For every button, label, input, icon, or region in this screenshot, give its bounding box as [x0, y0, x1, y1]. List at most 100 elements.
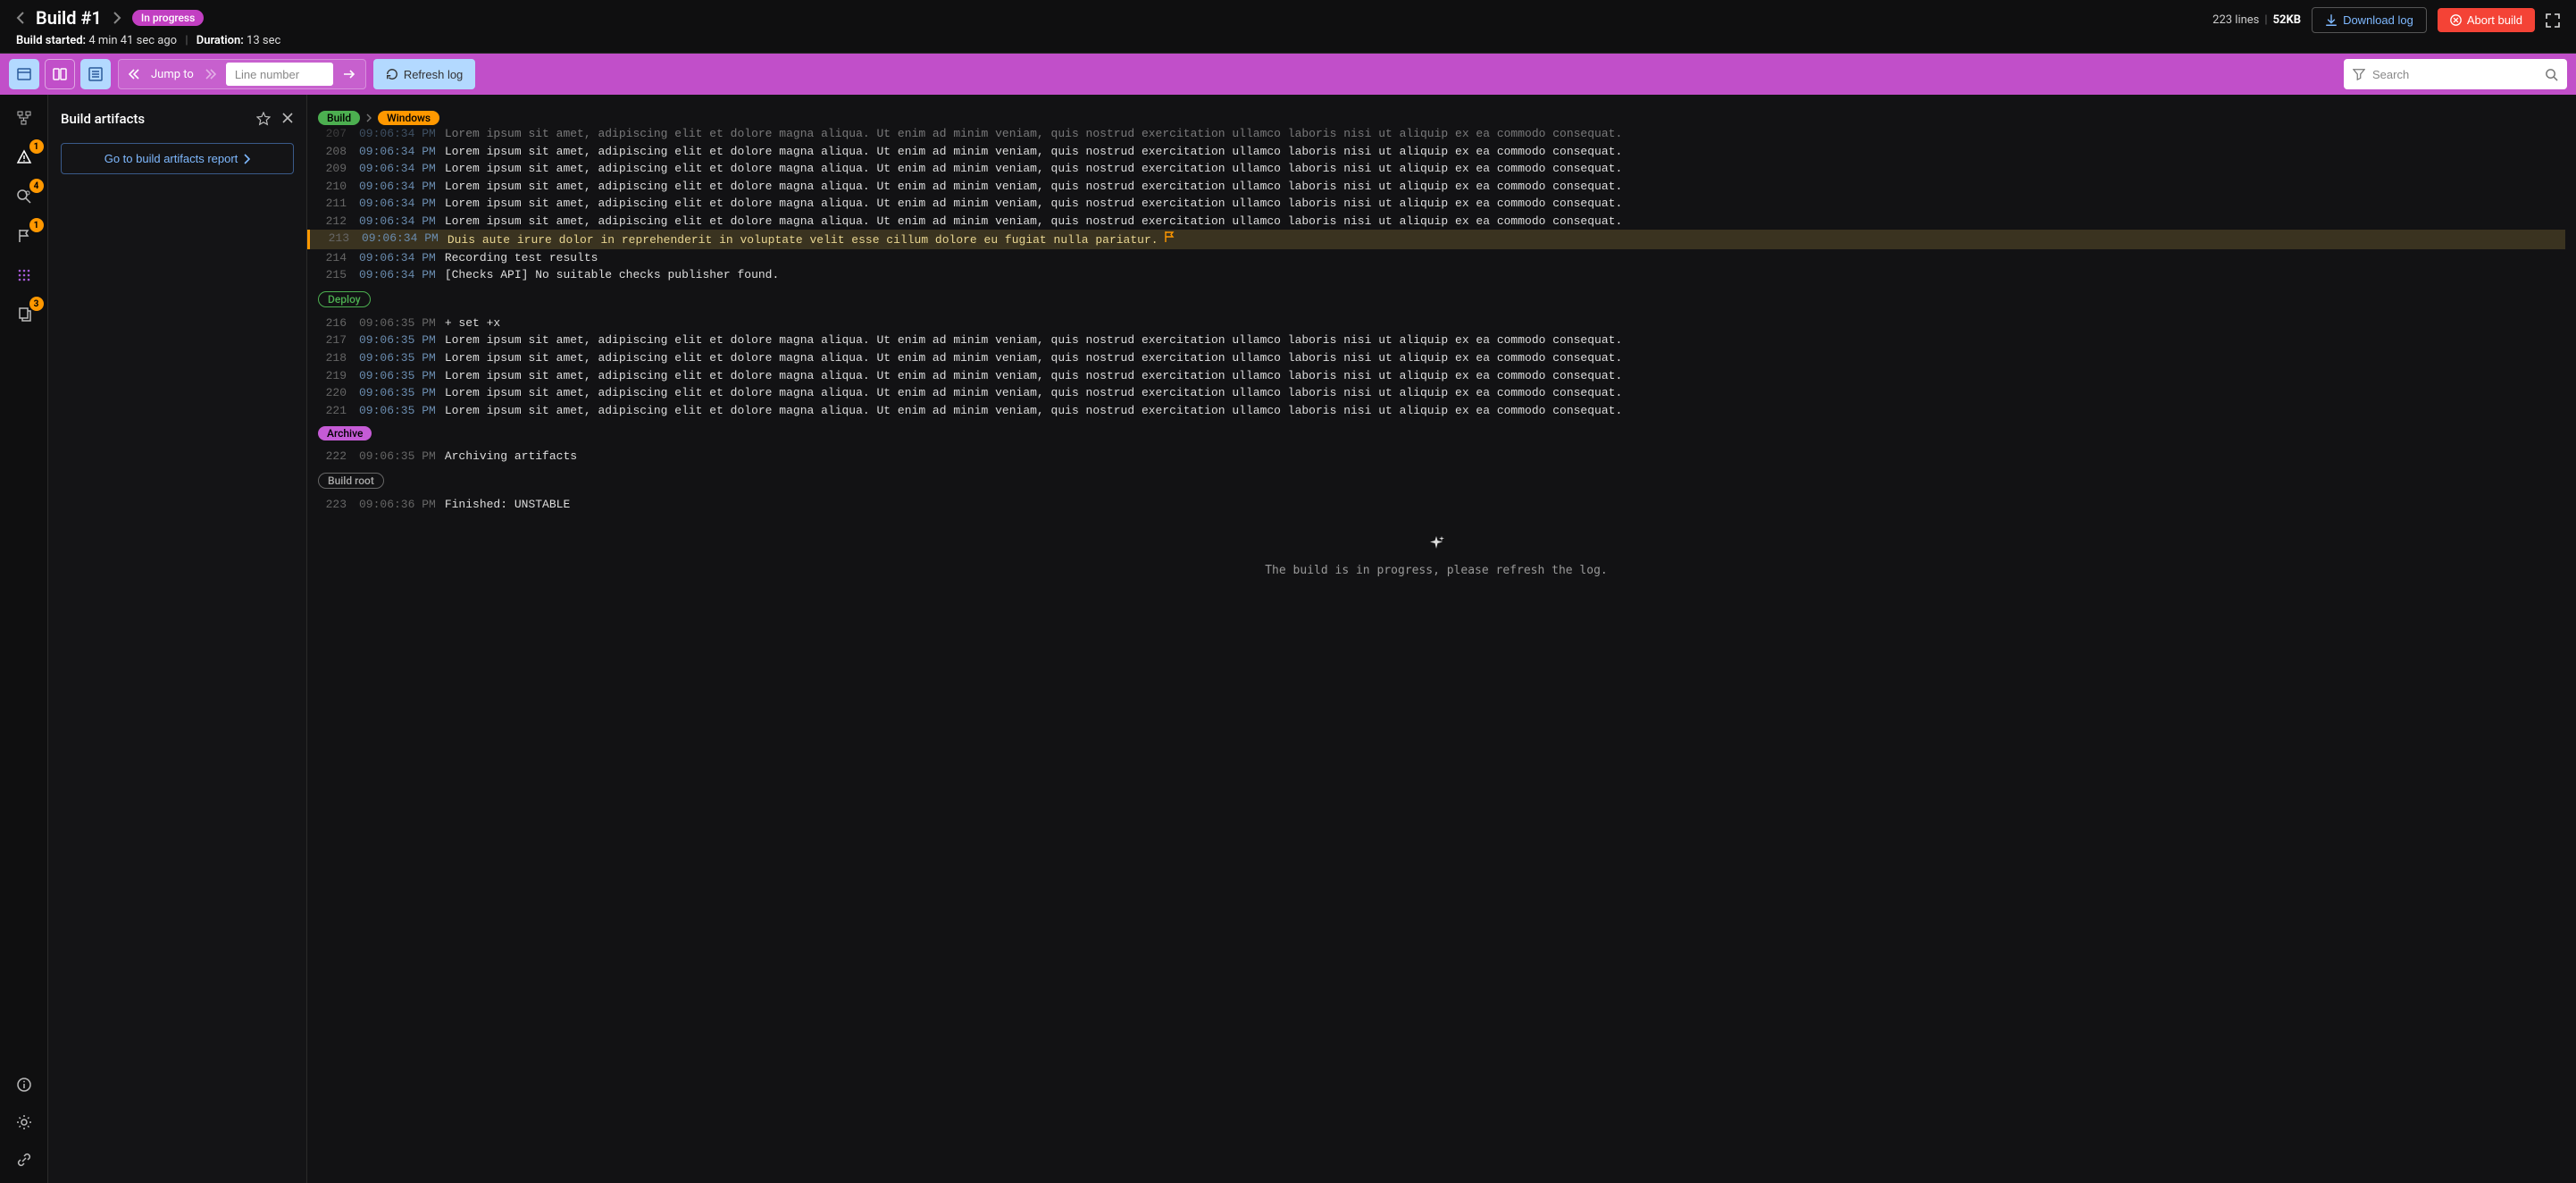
- download-log-button[interactable]: Download log: [2312, 7, 2427, 33]
- rail-grid-icon[interactable]: [13, 264, 35, 286]
- log-line[interactable]: 21409:06:34 PMRecording test results: [307, 249, 2565, 267]
- flag-icon[interactable]: [1164, 233, 1175, 247]
- line-timestamp[interactable]: 09:06:34 PM: [362, 231, 439, 247]
- log-line[interactable]: 22109:06:35 PMLorem ipsum sit amet, adip…: [307, 402, 2565, 420]
- next-build-arrow[interactable]: [113, 12, 121, 24]
- log-line[interactable]: 21709:06:35 PMLorem ipsum sit amet, adip…: [307, 331, 2565, 349]
- jump-label: Jump to: [151, 68, 194, 81]
- line-timestamp: 09:06:35 PM: [359, 315, 436, 331]
- rail-search-results-icon[interactable]: 4: [13, 186, 35, 207]
- view-mode-1-button[interactable]: [9, 59, 39, 89]
- log-line[interactable]: 21909:06:35 PMLorem ipsum sit amet, adip…: [307, 367, 2565, 385]
- topbar: Build #1 In progress Build started: 4 mi…: [0, 0, 2576, 54]
- close-icon[interactable]: [281, 112, 294, 126]
- line-number: 210: [313, 179, 350, 195]
- log-line[interactable]: 22209:06:35 PMArchiving artifacts: [307, 448, 2565, 466]
- star-icon[interactable]: [256, 112, 271, 126]
- prev-build-arrow[interactable]: [16, 12, 25, 24]
- log-line[interactable]: 21309:06:34 PMDuis aute irure dolor in r…: [307, 230, 2565, 249]
- section-pill[interactable]: Deploy: [318, 291, 371, 307]
- line-timestamp[interactable]: 09:06:34 PM: [359, 196, 436, 212]
- line-text: Lorem ipsum sit amet, adipiscing elit et…: [445, 368, 2565, 384]
- line-timestamp[interactable]: 09:06:35 PM: [359, 403, 436, 419]
- log-line[interactable]: 21209:06:34 PMLorem ipsum sit amet, adip…: [307, 213, 2565, 231]
- goto-artifacts-button[interactable]: Go to build artifacts report: [61, 143, 294, 174]
- line-number: 216: [313, 315, 350, 331]
- line-timestamp[interactable]: 09:06:35 PM: [359, 332, 436, 348]
- search-icon[interactable]: [2545, 68, 2558, 81]
- line-text: Lorem ipsum sit amet, adipiscing elit et…: [445, 179, 2565, 195]
- line-text: + set +x: [445, 315, 2565, 331]
- chevron-right-icon: [365, 113, 372, 122]
- line-timestamp[interactable]: 09:06:35 PM: [359, 385, 436, 401]
- log-line[interactable]: 216 09:06:35 PM + set +x: [307, 315, 2565, 332]
- line-timestamp[interactable]: 09:06:34 PM: [359, 144, 436, 160]
- line-timestamp[interactable]: 09:06:34 PM: [359, 250, 436, 266]
- log-line[interactable]: 220 09:06:35 PM Lorem ipsum sit amet, adip…: [307, 384, 2565, 402]
- log-area[interactable]: Build Windows 207 09:06:34 PM Lorem ipsum si…: [307, 95, 2576, 1183]
- panel-title: Build artifacts: [61, 111, 145, 127]
- search-group: [2344, 59, 2567, 89]
- sparkle-icon: [307, 534, 2565, 557]
- line-text: Lorem ipsum sit amet, adipiscing elit et…: [445, 385, 2565, 401]
- build-meta: Build started: 4 min 41 sec ago | Durati…: [16, 34, 280, 47]
- rail-tree-icon[interactable]: [13, 107, 35, 129]
- line-timestamp[interactable]: 09:06:34 PM: [359, 267, 436, 283]
- search-input[interactable]: [2372, 68, 2538, 81]
- line-text: [Checks API] No suitable checks publishe…: [445, 267, 2565, 283]
- line-text: Lorem ipsum sit amet, adipiscing elit et…: [445, 350, 2565, 366]
- line-number-input[interactable]: [226, 63, 333, 86]
- line-number: 213: [315, 231, 353, 247]
- line-number: 209: [313, 161, 350, 177]
- view-mode-2-button[interactable]: [45, 59, 75, 89]
- line-number: 215: [313, 267, 350, 283]
- log-line[interactable]: 20809:06:34 PMLorem ipsum sit amet, adip…: [307, 143, 2565, 161]
- rail-copy-icon[interactable]: 3: [13, 304, 35, 325]
- footer-message: The build is in progress, please refresh…: [307, 564, 2565, 577]
- line-timestamp[interactable]: 09:06:34 PM: [359, 214, 436, 230]
- log-line[interactable]: 22309:06:36 PMFinished: UNSTABLE: [307, 496, 2565, 514]
- icon-rail: 1 4 1 3: [0, 95, 48, 1183]
- log-line[interactable]: 21109:06:34 PMLorem ipsum sit amet, adip…: [307, 195, 2565, 213]
- download-icon: [2325, 14, 2338, 27]
- jump-next-icon[interactable]: [203, 69, 217, 80]
- line-timestamp[interactable]: 09:06:35 PM: [359, 350, 436, 366]
- log-line[interactable]: 218 09:06:35 PM Lorem ipsum sit amet, adip…: [307, 349, 2565, 367]
- rail-link-icon[interactable]: [13, 1149, 35, 1170]
- section-pill[interactable]: Build: [318, 111, 360, 125]
- line-text: Lorem ipsum sit amet, adipiscing elit et…: [445, 332, 2565, 348]
- section-pill[interactable]: Build root: [318, 473, 384, 489]
- go-to-line-icon[interactable]: [342, 69, 356, 80]
- jump-prev-icon[interactable]: [128, 69, 142, 80]
- refresh-icon: [386, 68, 398, 80]
- line-timestamp[interactable]: 09:06:34 PM: [359, 161, 436, 177]
- log-line[interactable]: 210 09:06:34 PM Lorem ipsum sit amet, adip…: [307, 178, 2565, 196]
- line-number: 207: [313, 126, 350, 142]
- line-number: 220: [313, 385, 350, 401]
- rail-info-icon[interactable]: [13, 1074, 35, 1095]
- line-timestamp[interactable]: 09:06:35 PM: [359, 368, 436, 384]
- refresh-log-button[interactable]: Refresh log: [373, 59, 475, 89]
- line-timestamp[interactable]: 09:06:34 PM: [359, 179, 436, 195]
- line-number: 218: [313, 350, 350, 366]
- line-text: Lorem ipsum sit amet, adipiscing elit et…: [445, 126, 2565, 142]
- abort-build-button[interactable]: Abort build: [2438, 8, 2535, 32]
- filter-icon[interactable]: [2353, 68, 2365, 80]
- line-text: Lorem ipsum sit amet, adipiscing elit et…: [445, 161, 2565, 177]
- rail-flags-icon[interactable]: 1: [13, 225, 35, 247]
- fullscreen-icon[interactable]: [2546, 13, 2560, 28]
- log-line[interactable]: 207 09:06:34 PM Lorem ipsum sit amet, adip…: [307, 125, 2565, 143]
- line-timestamp[interactable]: 09:06:34 PM: [359, 126, 436, 142]
- page-title: Build #1: [36, 7, 102, 29]
- rail-settings-icon[interactable]: [13, 1112, 35, 1133]
- line-text: Archiving artifacts: [445, 449, 2565, 465]
- log-line[interactable]: 215 09:06:34 PM [Checks API] No suitable c…: [307, 266, 2565, 284]
- log-section-crumbs: Build root: [318, 473, 2565, 489]
- line-number: 223: [313, 497, 350, 513]
- view-mode-3-button[interactable]: [80, 59, 111, 89]
- rail-warnings-icon[interactable]: 1: [13, 147, 35, 168]
- section-pill[interactable]: Windows: [378, 111, 439, 125]
- section-pill[interactable]: Archive: [318, 426, 372, 440]
- log-line[interactable]: 209 09:06:34 PM Lorem ipsum sit amet, adip…: [307, 160, 2565, 178]
- line-number: 208: [313, 144, 350, 160]
